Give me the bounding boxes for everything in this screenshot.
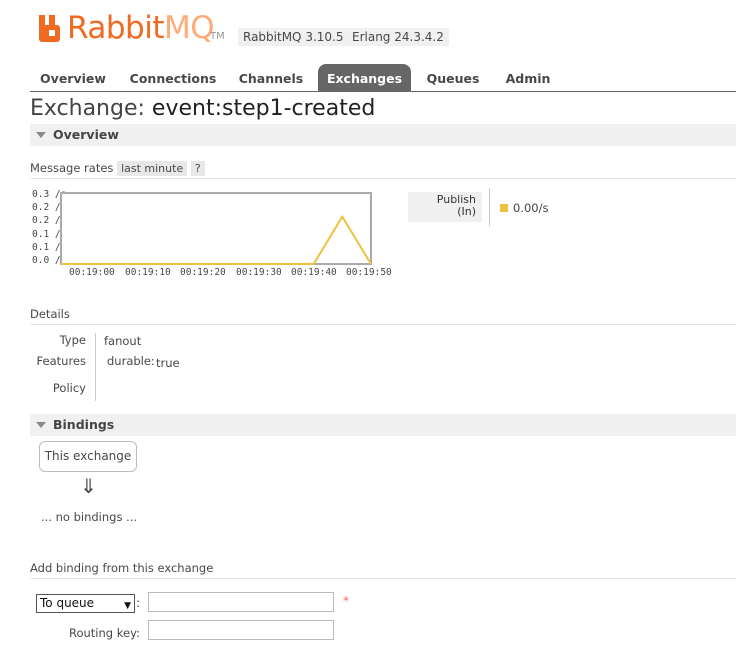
page-title-prefix: Exchange: bbox=[30, 96, 145, 121]
bindings-section-toggle[interactable]: Bindings bbox=[30, 414, 736, 436]
destination-colon: : bbox=[136, 596, 141, 610]
tab-exchanges[interactable]: Exchanges bbox=[318, 64, 411, 92]
tab-queues[interactable]: Queues bbox=[418, 64, 488, 92]
add-binding-header: Add binding from this exchange bbox=[30, 561, 736, 579]
exchange-name: event:step1-created bbox=[151, 96, 376, 121]
tab-channels[interactable]: Channels bbox=[230, 64, 312, 92]
x-tick-label: 00:19:20 bbox=[180, 267, 226, 278]
erlang-version-badge: Erlang 24.3.4.2 bbox=[347, 28, 449, 46]
page-title: Exchange: event:step1-created bbox=[30, 96, 375, 121]
routing-key-label: Routing key: bbox=[69, 626, 140, 640]
destination-type-select[interactable]: To queue ▼ bbox=[36, 594, 135, 613]
logo-text-rabbit: Rabbit bbox=[67, 10, 164, 46]
bindings-section-label: Bindings bbox=[53, 417, 115, 432]
features-key: Features bbox=[36, 354, 86, 368]
message-rates-header: Message rates last minute ? bbox=[30, 161, 736, 179]
logo-trademark: TM bbox=[210, 31, 225, 42]
tab-connections[interactable]: Connections bbox=[123, 64, 223, 92]
destination-input[interactable] bbox=[148, 592, 334, 612]
publish-rate-value: 0.00/s bbox=[513, 201, 549, 215]
rate-divider bbox=[489, 188, 490, 226]
x-tick-label: 00:19:30 bbox=[236, 267, 282, 278]
no-bindings-text: ... no bindings ... bbox=[41, 510, 138, 524]
type-key: Type bbox=[59, 333, 86, 347]
tab-overview[interactable]: Overview bbox=[32, 64, 114, 92]
logo-text-mq: MQ bbox=[163, 10, 215, 46]
message-rates-label: Message rates bbox=[30, 161, 114, 175]
required-mark: * bbox=[343, 594, 349, 608]
overview-section-label: Overview bbox=[53, 127, 119, 142]
overview-section-toggle[interactable]: Overview bbox=[30, 124, 736, 146]
durable-value: true bbox=[156, 356, 180, 370]
destination-type-value: To queue bbox=[40, 596, 95, 610]
durable-key: durable: bbox=[107, 354, 155, 368]
publish-in-label: Publish (In) bbox=[408, 192, 482, 222]
details-header: Details bbox=[30, 307, 736, 325]
rabbitmq-version-badge: RabbitMQ 3.10.5 bbox=[238, 28, 349, 46]
policy-key: Policy bbox=[52, 381, 86, 395]
range-selector[interactable]: last minute bbox=[117, 161, 188, 176]
x-tick-label: 00:19:50 bbox=[346, 267, 392, 278]
help-button[interactable]: ? bbox=[190, 161, 205, 176]
details-separator bbox=[95, 333, 96, 401]
rabbitmq-logo: RabbitMQ TM bbox=[38, 10, 238, 46]
main-nav: Overview Connections Channels Exchanges … bbox=[30, 64, 736, 92]
publish-legend-swatch bbox=[500, 204, 508, 212]
chart-plot-border bbox=[60, 192, 372, 265]
message-rates-chart bbox=[60, 192, 372, 265]
collapse-triangle-icon bbox=[36, 422, 46, 428]
rabbit-logo-icon bbox=[39, 15, 60, 42]
down-arrow-icon: ⇓ bbox=[80, 474, 97, 498]
this-exchange-box: This exchange bbox=[39, 441, 137, 472]
x-tick-label: 00:19:00 bbox=[69, 267, 115, 278]
collapse-triangle-icon bbox=[36, 132, 46, 138]
type-value: fanout bbox=[104, 334, 142, 348]
chevron-down-icon: ▼ bbox=[124, 601, 131, 611]
routing-key-input[interactable] bbox=[148, 620, 334, 640]
x-tick-label: 00:19:10 bbox=[125, 267, 171, 278]
x-tick-label: 00:19:40 bbox=[291, 267, 337, 278]
tab-admin[interactable]: Admin bbox=[495, 64, 561, 92]
publish-label-line2: (In) bbox=[457, 205, 476, 218]
